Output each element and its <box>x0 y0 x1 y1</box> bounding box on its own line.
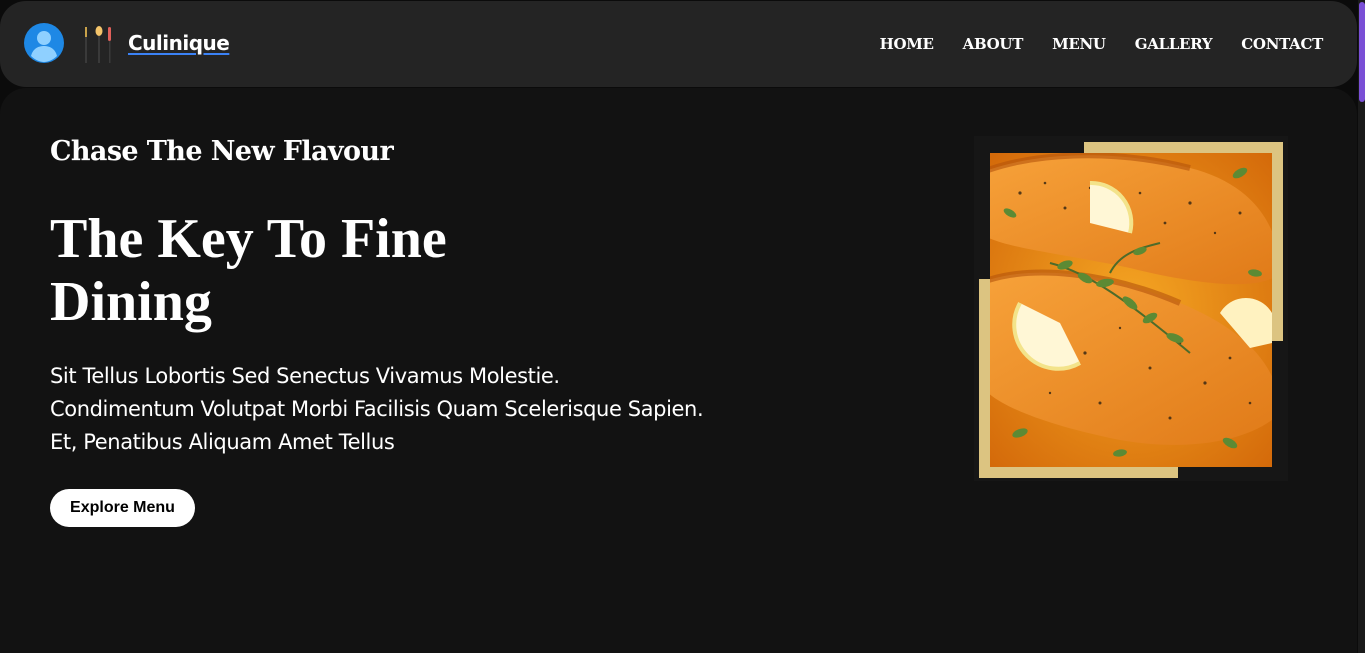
explore-menu-button[interactable]: Explore Menu <box>50 489 195 527</box>
hero-description: Sit Tellus Lobortis Sed Senectus Vivamus… <box>50 364 704 454</box>
main-nav: HOME ABOUT MENU GALLERY CONTACT <box>880 35 1324 53</box>
page: Culinique HOME ABOUT MENU GALLERY CONTAC… <box>0 0 1365 653</box>
nav-item-gallery[interactable]: GALLERY <box>1135 35 1213 53</box>
nav-item-home[interactable]: HOME <box>880 35 934 53</box>
cutlery-icon <box>82 23 114 65</box>
navbar: Culinique HOME ABOUT MENU GALLERY CONTAC… <box>0 1 1357 87</box>
nav-item-contact[interactable]: CONTACT <box>1241 35 1323 53</box>
salmon-dish-image <box>990 153 1272 467</box>
brand-name[interactable]: Culinique <box>128 31 230 55</box>
hero-headline: The Key To Fine Dining <box>50 208 447 333</box>
nav-item-menu[interactable]: MENU <box>1052 35 1106 53</box>
scrollbar[interactable] <box>1358 0 1365 653</box>
user-avatar-icon[interactable] <box>23 22 65 64</box>
scrollbar-thumb[interactable] <box>1359 2 1365 102</box>
hero-image-frame <box>974 136 1288 481</box>
nav-item-about[interactable]: ABOUT <box>963 35 1024 53</box>
hero-kicker: Chase The New Flavour <box>50 136 394 167</box>
